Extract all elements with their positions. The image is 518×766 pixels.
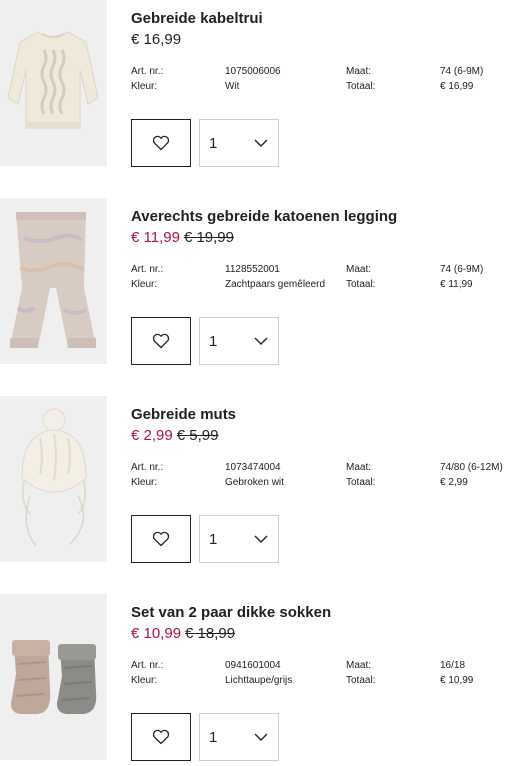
heart-icon [152, 531, 170, 547]
color-label: Kleur: [131, 279, 158, 290]
chevron-down-icon [254, 139, 268, 147]
art-number-value: 1075006006 [225, 66, 281, 77]
product-image[interactable] [0, 198, 107, 364]
product-image[interactable] [0, 0, 107, 166]
color-value: Zachtpaars gemêleerd [225, 279, 326, 290]
heart-icon [152, 729, 170, 745]
price-row: € 16,99 [131, 31, 181, 48]
quantity-value: 1 [209, 135, 218, 152]
art-number-value: 0941601004 [225, 660, 281, 671]
color-label: Kleur: [131, 477, 158, 488]
total-value: € 10,99 [440, 675, 474, 686]
cart-item: Gebreide muts € 2,99 € 5,99 Art. nr.: 107… [0, 396, 518, 576]
sweater-icon [0, 0, 107, 166]
quantity-select[interactable]: 1 [199, 317, 279, 365]
product-image[interactable] [0, 396, 107, 562]
product-name[interactable]: Gebreide muts [131, 406, 236, 423]
art-number-value: 1073474004 [225, 462, 281, 473]
hat-icon [0, 396, 107, 562]
favorite-button[interactable] [131, 119, 191, 167]
size-value: 74/80 (6-12M) [440, 462, 503, 473]
product-name[interactable]: Averechts gebreide katoenen legging [131, 208, 397, 225]
original-price: € 18,99 [185, 625, 236, 642]
color-value: Lichttaupe/grijs [225, 675, 293, 686]
sale-price: € 2,99 [131, 427, 173, 444]
size-label: Maat: [346, 660, 372, 671]
quantity-select[interactable]: 1 [199, 713, 279, 761]
color-label: Kleur: [131, 81, 158, 92]
favorite-button[interactable] [131, 713, 191, 761]
color-value: Wit [225, 81, 240, 92]
product-name[interactable]: Gebreide kabeltrui [131, 10, 263, 27]
product-name[interactable]: Set van 2 paar dikke sokken [131, 604, 331, 621]
chevron-down-icon [254, 337, 268, 345]
heart-icon [152, 135, 170, 151]
size-value: 74 (6-9M) [440, 66, 484, 77]
total-label: Totaal: [346, 81, 376, 92]
quantity-select[interactable]: 1 [199, 119, 279, 167]
total-label: Totaal: [346, 675, 376, 686]
chevron-down-icon [254, 535, 268, 543]
favorite-button[interactable] [131, 515, 191, 563]
price-row: € 2,99 € 5,99 [131, 427, 218, 444]
total-value: € 16,99 [440, 81, 474, 92]
socks-icon [0, 594, 107, 760]
price-row: € 10,99 € 18,99 [131, 625, 235, 642]
art-number-label: Art. nr.: [131, 660, 164, 671]
quantity-value: 1 [209, 333, 218, 350]
price: € 16,99 [131, 31, 182, 48]
original-price: € 5,99 [176, 427, 219, 444]
heart-icon [152, 333, 170, 349]
quantity-value: 1 [209, 531, 218, 548]
leggings-icon [0, 198, 107, 364]
total-value: € 11,99 [440, 279, 473, 290]
size-label: Maat: [346, 462, 372, 473]
size-value: 74 (6-9M) [440, 264, 484, 275]
chevron-down-icon [254, 733, 268, 741]
product-image[interactable] [0, 594, 107, 760]
price-row: € 11,99 € 19,99 [131, 229, 234, 246]
size-label: Maat: [346, 66, 372, 77]
quantity-select[interactable]: 1 [199, 515, 279, 563]
sale-price: € 10,99 [131, 625, 182, 642]
cart-item: Set van 2 paar dikke sokken € 10,99 € 18,… [0, 594, 518, 766]
sale-price: € 11,99 [131, 229, 180, 246]
cart-item: Gebreide kabeltrui € 16,99 Art. nr.: 107… [0, 0, 518, 180]
size-value: 16/18 [440, 660, 466, 671]
favorite-button[interactable] [131, 317, 191, 365]
art-number-label: Art. nr.: [131, 462, 164, 473]
art-number-value: 1128552001 [225, 264, 280, 275]
color-label: Kleur: [131, 675, 158, 686]
size-label: Maat: [346, 264, 372, 275]
total-label: Totaal: [346, 477, 376, 488]
cart-item: Averechts gebreide katoenen legging € 11… [0, 198, 518, 378]
art-number-label: Art. nr.: [131, 264, 164, 275]
total-value: € 2,99 [440, 477, 468, 488]
quantity-value: 1 [209, 729, 218, 746]
total-label: Totaal: [346, 279, 376, 290]
art-number-label: Art. nr.: [131, 66, 164, 77]
color-value: Gebroken wit [225, 477, 284, 488]
original-price: € 19,99 [183, 229, 234, 246]
